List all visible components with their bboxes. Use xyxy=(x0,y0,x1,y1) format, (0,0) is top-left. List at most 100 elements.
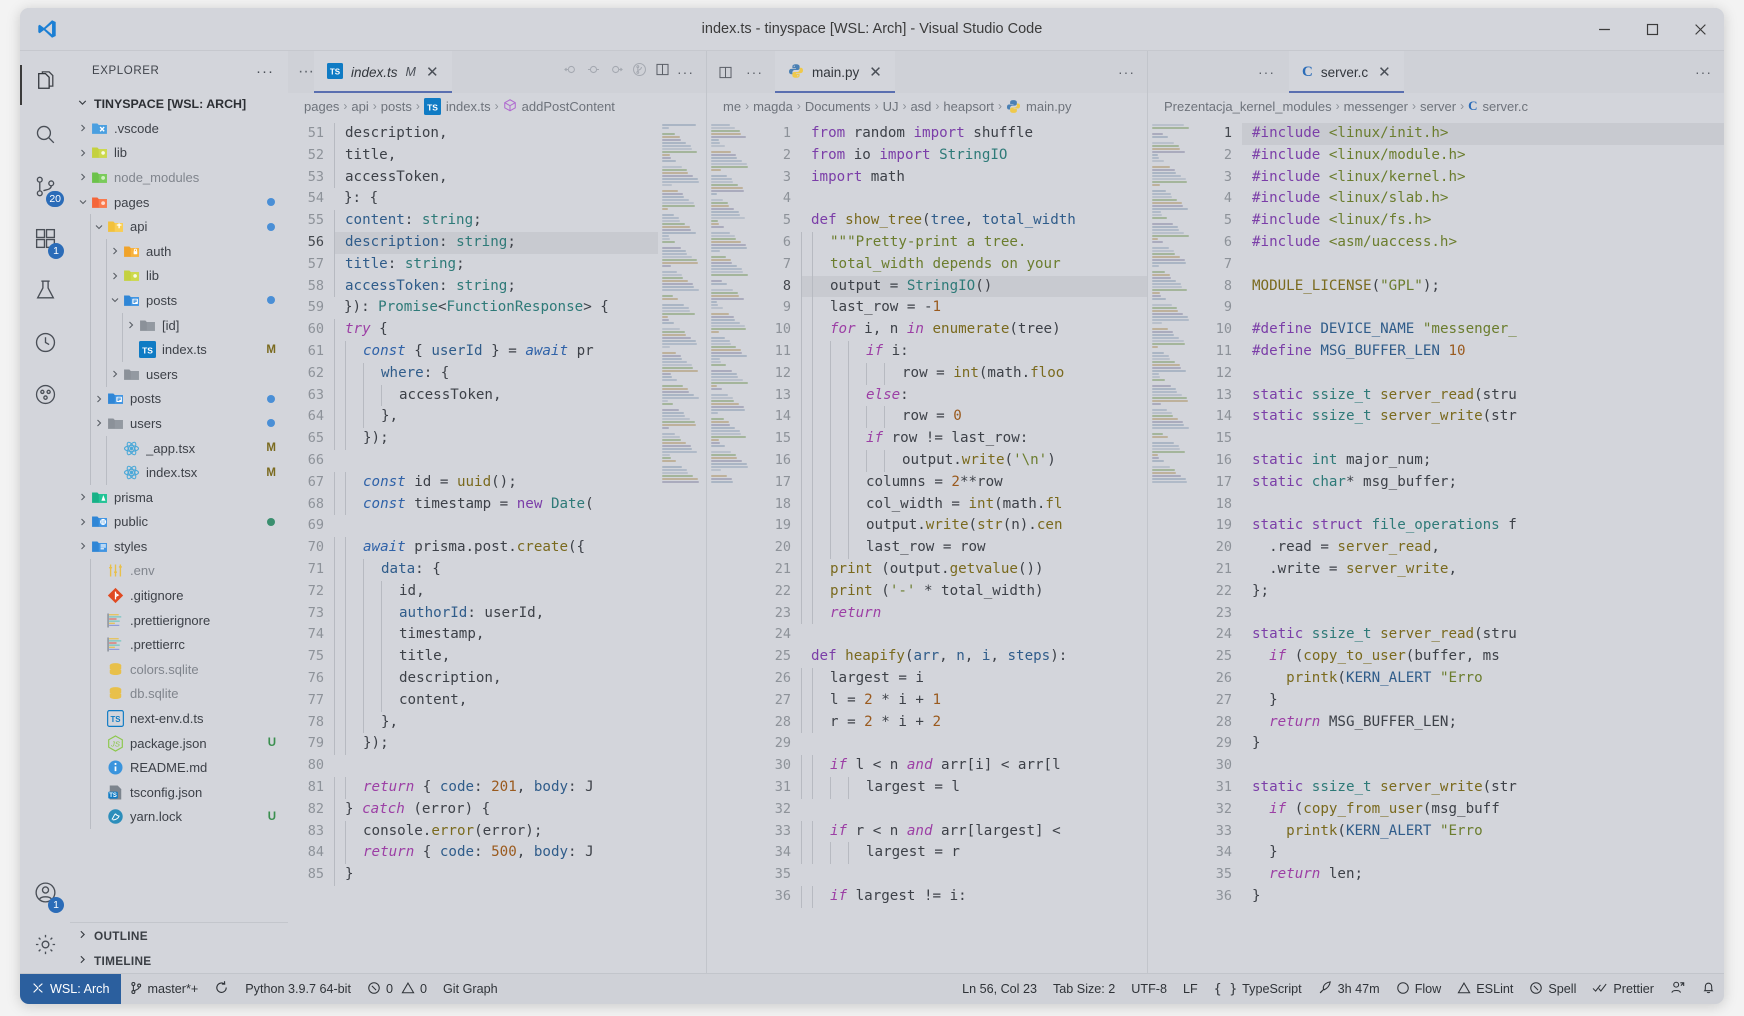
code-line[interactable]: }); xyxy=(334,428,658,450)
code-line[interactable]: MODULE_LICENSE("GPL"); xyxy=(1242,276,1724,298)
code-line[interactable]: }, xyxy=(334,711,658,734)
activity-item-accounts[interactable]: 1 xyxy=(20,869,70,921)
code-line[interactable]: if largest != i: xyxy=(801,885,1147,908)
code-line[interactable]: return xyxy=(801,602,1147,625)
code-line[interactable]: #include <linux/module.h> xyxy=(1242,145,1724,167)
code-line[interactable]: return len; xyxy=(1242,864,1724,886)
tree-folder-api[interactable]: api xyxy=(70,214,288,239)
tree-folder-pages[interactable]: pages xyxy=(70,190,288,215)
editor-more-actions-2[interactable]: ··· xyxy=(1118,64,1135,80)
code-line[interactable]: } xyxy=(1242,842,1724,864)
code-line[interactable] xyxy=(801,188,1147,210)
chevron-down-icon[interactable] xyxy=(108,294,122,306)
code-line[interactable]: .write = server_write, xyxy=(1242,559,1724,581)
status-flow[interactable]: Flow xyxy=(1388,974,1450,1004)
code-line[interactable]: r = 2 * i + 2 xyxy=(801,711,1147,734)
code-line[interactable]: }; xyxy=(1242,581,1724,603)
code-line[interactable]: print ('-' * total_width) xyxy=(801,580,1147,603)
code-line[interactable]: .read = server_read, xyxy=(1242,537,1724,559)
code-line[interactable]: content, xyxy=(334,689,658,712)
tab-main-py[interactable]: main.py ✕ xyxy=(775,51,895,93)
code-line[interactable]: #include <linux/kernel.h> xyxy=(1242,167,1724,189)
code-line[interactable]: return { code: 500, body: J xyxy=(334,842,658,865)
code-line[interactable]: where: { xyxy=(334,362,658,385)
code-line[interactable]: try { xyxy=(334,319,658,341)
breadcrumb-segment[interactable]: UJ xyxy=(883,99,899,114)
code-line[interactable]: }): Promise<FunctionResponse> { xyxy=(334,297,658,319)
code-content-2[interactable]: from random import shuffle from io import… xyxy=(801,119,1147,973)
status-wakatime[interactable]: 3h 47m xyxy=(1310,974,1388,1004)
editor-more-actions-1[interactable]: ··· xyxy=(677,64,694,80)
code-line[interactable]: static ssize_t server_write(str xyxy=(1242,406,1724,428)
code-line[interactable]: print (output.getvalue()) xyxy=(801,558,1147,581)
code-line[interactable]: static char* msg_buffer; xyxy=(1242,472,1724,494)
code-line[interactable]: return MSG_BUFFER_LEN; xyxy=(1242,712,1724,734)
tree-folder-auth[interactable]: auth xyxy=(70,238,288,264)
code-line[interactable]: row = int(math.floo xyxy=(801,362,1147,385)
chevron-right-icon[interactable] xyxy=(76,147,90,159)
status-git-graph[interactable]: Git Graph xyxy=(435,974,506,1004)
code-line[interactable] xyxy=(801,733,1147,755)
section-timeline[interactable]: TIMELINE xyxy=(70,948,288,973)
chevron-right-icon[interactable] xyxy=(76,491,90,503)
tree-file-index.tsx[interactable]: index.tsx M xyxy=(70,460,288,485)
code-line[interactable]: from random import shuffle xyxy=(801,123,1147,145)
code-line[interactable]: id, xyxy=(334,580,658,603)
code-line[interactable] xyxy=(334,755,658,777)
code-line[interactable]: #define MSG_BUFFER_LEN 10 xyxy=(1242,341,1724,363)
breadcrumb-segment[interactable]: addPostContent xyxy=(503,98,615,115)
activity-item-timeline[interactable] xyxy=(20,319,70,371)
explorer-root-folder[interactable]: TINYSPACE [WSL: ARCH] xyxy=(70,91,288,116)
tree-file-yarn.lock[interactable]: yarn.lock U xyxy=(70,804,288,830)
code-line[interactable] xyxy=(801,799,1147,821)
code-line[interactable]: accessToken, xyxy=(334,166,658,189)
breadcrumb-segment[interactable]: Prezentacja_kernel_modules xyxy=(1164,99,1332,114)
breadcrumb-3[interactable]: Prezentacja_kernel_modules › messenger › ser… xyxy=(1148,93,1724,119)
chevron-right-icon[interactable] xyxy=(92,417,106,429)
tree-folder-users[interactable]: users xyxy=(70,411,288,436)
code-line[interactable]: const timestamp = new Date( xyxy=(334,493,658,516)
status-python-interpreter[interactable]: Python 3.9.7 64-bit xyxy=(237,974,359,1004)
code-line[interactable]: title, xyxy=(334,646,658,668)
code-line[interactable]: static ssize_t server_write(str xyxy=(1242,777,1724,799)
tree-file-colors.sqlite[interactable]: colors.sqlite xyxy=(70,657,288,682)
code-line[interactable]: console.error(error); xyxy=(334,820,658,843)
code-line[interactable] xyxy=(1242,428,1724,450)
tree-file-db.sqlite[interactable]: db.sqlite xyxy=(70,681,288,707)
chevron-down-icon[interactable] xyxy=(76,196,90,208)
breadcrumb-segment[interactable]: heapsort xyxy=(943,99,994,114)
tree-folder-posts[interactable]: posts xyxy=(70,288,288,313)
tab-close-icon[interactable]: ✕ xyxy=(426,65,439,80)
status-eslint[interactable]: ESLint xyxy=(1449,974,1521,1004)
breadcrumb-segment[interactable]: posts xyxy=(381,99,412,114)
code-line[interactable]: } catch (error) { xyxy=(334,798,658,821)
status-prettier[interactable]: Prettier xyxy=(1584,974,1662,1004)
code-line[interactable]: static struct file_operations f xyxy=(1242,515,1724,537)
merge-right-icon[interactable] xyxy=(608,61,625,83)
chevron-right-icon[interactable] xyxy=(76,516,90,528)
tree-folder-prisma[interactable]: prisma xyxy=(70,485,288,510)
merge-left-icon[interactable] xyxy=(562,61,579,83)
code-line[interactable]: if row != last_row: xyxy=(801,428,1147,450)
breadcrumb-segment[interactable]: messenger xyxy=(1344,99,1408,114)
status-branch[interactable]: master*+ xyxy=(121,974,207,1004)
code-line[interactable]: await prisma.post.create({ xyxy=(334,537,658,559)
code-line[interactable]: authorId: userId, xyxy=(334,602,658,625)
breadcrumb-segment[interactable]: me xyxy=(723,99,741,114)
status-remote-indicator[interactable]: WSL: Arch xyxy=(20,974,121,1004)
code-line[interactable] xyxy=(1242,297,1724,319)
code-line[interactable]: columns = 2**row xyxy=(801,471,1147,494)
code-line[interactable]: def show_tree(tree, total_width xyxy=(801,210,1147,232)
chevron-right-icon[interactable] xyxy=(76,171,90,183)
code-line[interactable]: largest = i xyxy=(801,667,1147,690)
code-line[interactable] xyxy=(1242,494,1724,516)
tree-folder--id-[interactable]: [id] xyxy=(70,312,288,338)
tree-file--app.tsx[interactable]: _app.tsx M xyxy=(70,435,288,461)
tree-folder-lib[interactable]: lib xyxy=(70,263,288,289)
status-cursor-position[interactable]: Ln 56, Col 23 xyxy=(954,974,1045,1004)
code-line[interactable]: timestamp, xyxy=(334,624,658,647)
tab-index-ts[interactable]: TS index.ts M ✕ xyxy=(313,51,452,93)
code-line[interactable]: } xyxy=(1242,690,1724,712)
code-line[interactable]: static ssize_t server_read(stru xyxy=(1242,385,1724,407)
breadcrumb-2[interactable]: me › magda › Documents › UJ › asd › heapsort › main.… xyxy=(707,93,1147,119)
